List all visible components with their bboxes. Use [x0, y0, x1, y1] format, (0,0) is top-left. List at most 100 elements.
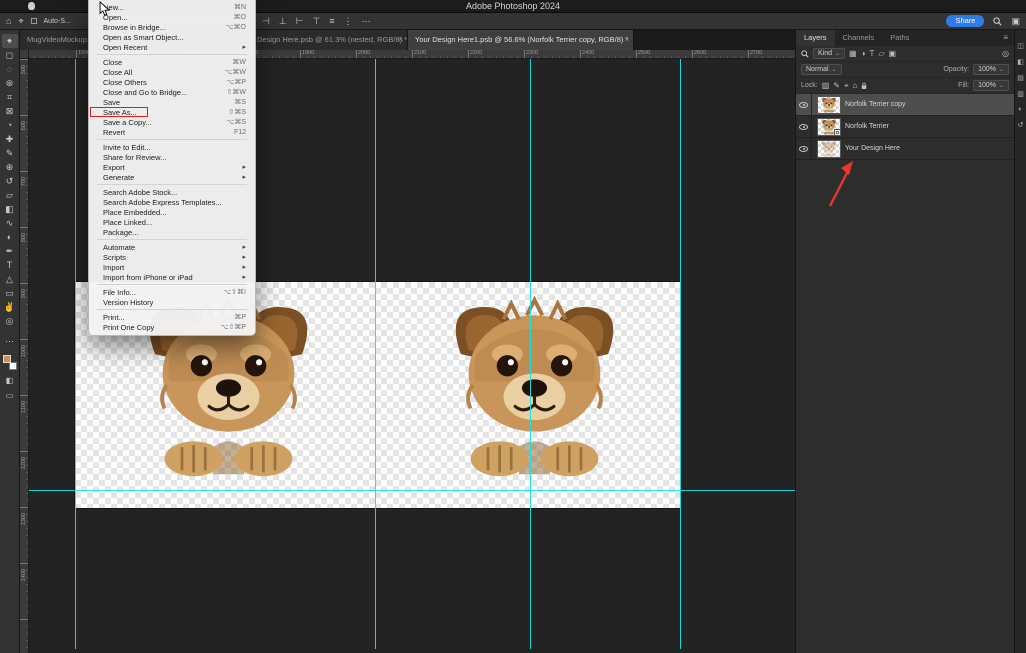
pixel-filter-icon[interactable]: ▦ — [849, 49, 857, 58]
adjustment-filter-icon[interactable]: ◑ — [861, 49, 866, 58]
tab-layers[interactable]: Layers — [796, 30, 835, 46]
healing-brush-tool[interactable]: ✚ — [2, 132, 18, 146]
menu-item-invite-to-edit[interactable]: Invite to Edit... — [89, 142, 255, 152]
visibility-toggle[interactable] — [796, 94, 812, 116]
libraries-panel-icon[interactable]: ▥ — [1017, 90, 1024, 98]
blur-tool[interactable]: ∿ — [2, 216, 18, 230]
layer-thumbnail[interactable] — [818, 141, 840, 157]
menu-item-import[interactable]: Import▸ — [89, 262, 255, 272]
lock-artboard-icon[interactable]: ⌂ — [853, 81, 858, 90]
menu-item-place-linked[interactable]: Place Linked... — [89, 217, 255, 227]
menu-item-save[interactable]: Save⌘S — [89, 97, 255, 107]
share-button[interactable]: Share — [946, 15, 984, 27]
menu-item-scripts[interactable]: Scripts▸ — [89, 252, 255, 262]
rectangle-tool[interactable]: ▭ — [2, 286, 18, 300]
auto-select-checkbox[interactable] — [31, 18, 37, 24]
frame-tool[interactable]: ⊠ — [2, 104, 18, 118]
history-brush-tool[interactable]: ↺ — [2, 174, 18, 188]
pen-tool[interactable]: ✒ — [2, 244, 18, 258]
edit-toolbar-icon[interactable]: ⋯ — [5, 336, 14, 347]
horizontal-guide[interactable] — [29, 490, 795, 491]
layer-thumbnail[interactable] — [818, 119, 840, 135]
eraser-tool[interactable]: ▱ — [2, 188, 18, 202]
menu-item-new[interactable]: New...⌘N — [89, 2, 255, 12]
menu-item-export[interactable]: Export▸ — [89, 162, 255, 172]
shape-filter-icon[interactable]: ▱ — [878, 49, 884, 58]
menu-item-search-adobe-express-templates[interactable]: Search Adobe Express Templates... — [89, 197, 255, 207]
close-tab-icon[interactable]: × — [398, 30, 403, 50]
screen-mode-icon[interactable]: ▭ — [6, 391, 14, 400]
menu-item-version-history[interactable]: Version History — [89, 297, 255, 307]
menu-item-share-for-review[interactable]: Share for Review... — [89, 152, 255, 162]
menu-item-place-embedded[interactable]: Place Embedded... — [89, 207, 255, 217]
layer-thumbnail[interactable] — [818, 97, 840, 113]
layer-row-norfolk-terrier-copy[interactable]: Norfolk Terrier copy — [796, 94, 1014, 116]
menu-item-package[interactable]: Package... — [89, 227, 255, 237]
close-tab-icon[interactable]: × — [624, 30, 629, 50]
align-top-icon[interactable]: ⊤ — [313, 13, 321, 29]
home-icon[interactable]: ⌂ — [6, 13, 11, 29]
eyedropper-tool[interactable]: ◔ — [2, 118, 18, 132]
document-tab-design-here[interactable]: Design Here.psb @ 61.3% (nested, RGB/8) … — [250, 30, 408, 50]
swatches-panel-icon[interactable]: ▤ — [1017, 74, 1024, 82]
vertical-guide[interactable] — [375, 59, 376, 649]
menu-item-search-adobe-stock[interactable]: Search Adobe Stock... — [89, 187, 255, 197]
menu-item-close-and-go-to-bridge[interactable]: Close and Go to Bridge...⇧⌘W — [89, 87, 255, 97]
filter-kind-select[interactable]: Kind ⌄ — [813, 48, 845, 59]
document-tab-mugvideomockup[interactable]: MugVideoMockup... — [20, 30, 90, 50]
lock-all-icon[interactable] — [861, 82, 867, 90]
smart-object-filter-icon[interactable]: ▣ — [889, 49, 897, 58]
quick-mask-icon[interactable]: ◧ — [6, 376, 14, 385]
crop-tool[interactable]: ⌗ — [2, 90, 18, 104]
align-left-icon[interactable]: ⊣ — [262, 13, 270, 29]
clone-stamp-tool[interactable]: ⊕ — [2, 160, 18, 174]
menu-item-import-from-iphone-or-ipad[interactable]: Import from iPhone or iPad▸ — [89, 272, 255, 282]
vertical-guide[interactable] — [680, 59, 681, 649]
lock-transparency-icon[interactable]: ▨ — [822, 81, 830, 90]
menu-item-close-others[interactable]: Close Others⌥⌘P — [89, 77, 255, 87]
align-right-icon[interactable]: ⊢ — [296, 13, 304, 29]
hand-tool[interactable]: ✌ — [2, 300, 18, 314]
path-selection-tool[interactable]: △ — [2, 272, 18, 286]
menu-item-open-as-smart-object[interactable]: Open as Smart Object... — [89, 32, 255, 42]
menu-item-browse-in-bridge[interactable]: Browse in Bridge...⌥⌘O — [89, 22, 255, 32]
zoom-tool[interactable]: ◎ — [2, 314, 18, 328]
visibility-toggle[interactable] — [796, 116, 812, 138]
menu-item-save-as[interactable]: Save As...⇧⌘S — [89, 107, 255, 117]
visibility-toggle[interactable] — [796, 138, 812, 160]
gradient-tool[interactable]: ◧ — [2, 202, 18, 216]
move-tool[interactable]: ⌖ — [2, 34, 18, 48]
adjustments-panel-icon[interactable]: ◐ — [1018, 106, 1022, 113]
lock-pixels-icon[interactable]: ✎ — [833, 81, 840, 90]
background-color-swatch[interactable] — [9, 362, 17, 370]
layer-name[interactable]: Norfolk Terrier copy — [845, 101, 906, 108]
norfolk-terrier-artwork-right[interactable] — [418, 296, 651, 482]
properties-panel-icon[interactable]: ◫ — [1017, 42, 1024, 50]
menu-item-print[interactable]: Print...⌘P — [89, 312, 255, 322]
lock-position-icon[interactable]: ⌖ — [844, 81, 849, 91]
menu-item-revert[interactable]: RevertF12 — [89, 127, 255, 137]
fill-input[interactable]: 100% ⌄ — [973, 80, 1009, 91]
rectangular-marquee-tool[interactable]: ◻ — [2, 48, 18, 62]
lasso-tool[interactable]: ◌ — [2, 62, 18, 76]
type-filter-icon[interactable]: T — [869, 49, 874, 58]
type-tool[interactable]: T — [2, 258, 18, 272]
layer-row-norfolk-terrier[interactable]: Norfolk Terrier — [796, 116, 1014, 138]
menu-item-open-recent[interactable]: Open Recent▸ — [89, 42, 255, 52]
menu-item-automate[interactable]: Automate▸ — [89, 242, 255, 252]
opacity-input[interactable]: 100% ⌄ — [973, 64, 1009, 75]
color-panel-icon[interactable]: ◧ — [1017, 58, 1024, 66]
workspace-icon[interactable]: ▣ — [1011, 13, 1020, 29]
brush-tool[interactable]: ✎ — [2, 146, 18, 160]
menu-item-generate[interactable]: Generate▸ — [89, 172, 255, 182]
document-tab-your-design-here1[interactable]: Your Design Here1.psb @ 56.6% (Norfolk T… — [408, 30, 634, 50]
vertical-guide[interactable] — [75, 59, 76, 649]
move-tool-options-icon[interactable]: ⌖ — [18, 13, 23, 29]
foreground-color-swatch[interactable] — [3, 355, 11, 363]
menu-item-file-info[interactable]: File Info...⌥⇧⌘I — [89, 287, 255, 297]
layer-name[interactable]: Your Design Here — [845, 145, 900, 152]
search-icon[interactable] — [993, 17, 1002, 26]
panel-menu-icon[interactable]: ≡ — [997, 30, 1014, 46]
vertical-guide[interactable] — [530, 59, 531, 649]
menu-item-close[interactable]: Close⌘W — [89, 57, 255, 67]
